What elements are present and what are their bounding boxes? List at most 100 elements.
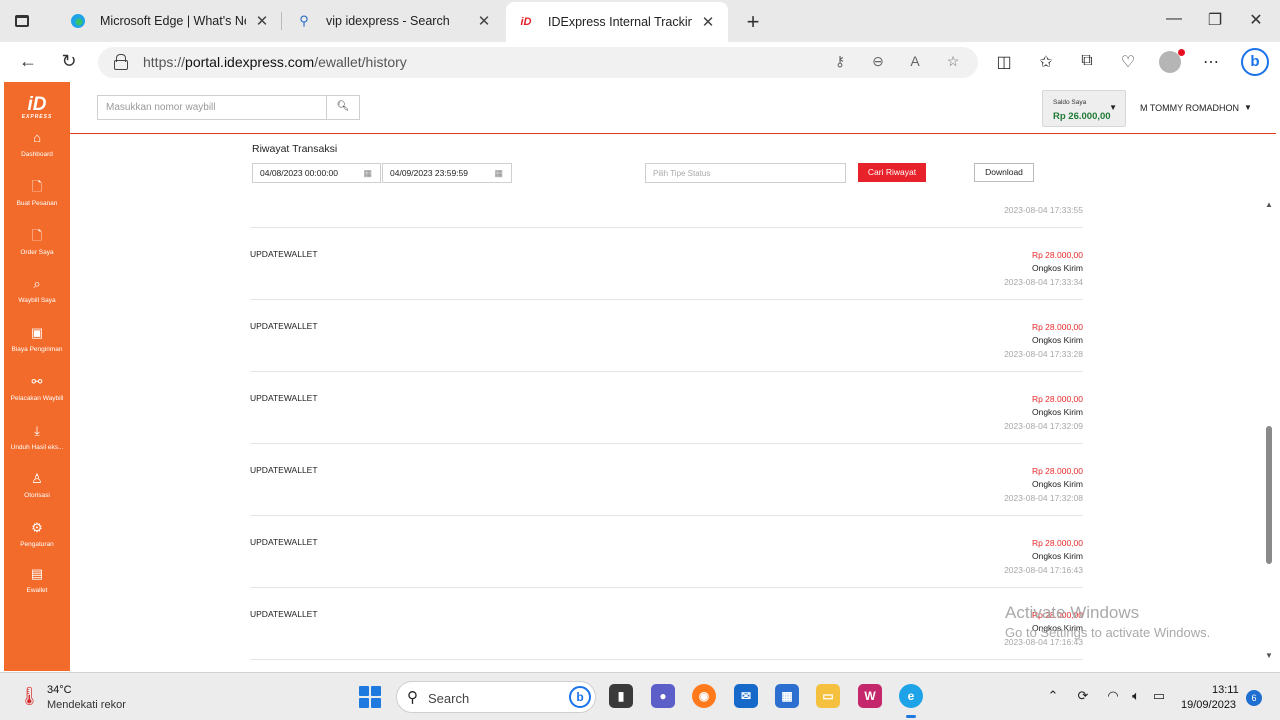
download-icon: ⤓ — [34, 423, 40, 438]
browser-essentials-icon[interactable]: ♡ — [1117, 52, 1139, 72]
sidebar-item-ewallet[interactable]: ▤ Ewallet — [4, 566, 70, 594]
gear-icon: ⚙ — [31, 520, 43, 535]
scroll-up-icon[interactable]: ▲ — [1265, 200, 1273, 209]
caret-down-icon[interactable]: ▼ — [1244, 103, 1252, 112]
sidebar-item-unduh-hasil[interactable]: ⤓ Unduh Hasil eks... — [4, 423, 70, 451]
battery-icon[interactable]: ▭ — [1150, 688, 1168, 704]
idexpress-logo[interactable]: iD EXPRESS — [4, 94, 70, 120]
edge-icon — [70, 13, 86, 29]
wps-office-icon[interactable]: W — [858, 684, 882, 708]
page-header: 🔍︎ Saldo Saya Rp 26.000,00 ▼ M TOMMY ROM… — [70, 82, 1276, 134]
taskbar-search[interactable]: ⚲ Search b — [396, 681, 596, 713]
calendar-icon: ▦ — [363, 168, 372, 178]
browser-toolbar: ← ↻ https://portal.idexpress.com/ewallet… — [0, 42, 1280, 82]
thermometer-icon[interactable]: 🌡︎ — [18, 686, 41, 707]
tab-label: vip idexpress - Search — [326, 14, 450, 28]
read-aloud-icon[interactable]: A — [906, 53, 924, 69]
status-type-select[interactable] — [645, 163, 846, 183]
sidebar: iD EXPRESS ⌂ Dashboard 🗋 Buat Pesanan 🗋 O… — [4, 82, 70, 671]
transaction-type: UPDATEWALLET — [250, 249, 318, 259]
close-icon[interactable]: ✕ — [254, 12, 270, 30]
chevron-up-icon[interactable]: ⌃ — [1044, 688, 1062, 704]
bing-copilot-icon[interactable]: b — [1241, 48, 1269, 76]
sidebar-item-buat-pesanan[interactable]: 🗋 Buat Pesanan — [4, 179, 70, 207]
transaction-row: UPDATEWALLET Rp 28.000,00 Ongkos Kirim 2… — [250, 516, 1083, 588]
mail-icon[interactable]: ✉ — [734, 684, 758, 708]
start-date-picker[interactable]: 04/08/2023 00:00:00 ▦ — [252, 163, 381, 183]
sidebar-item-waybill-saya[interactable]: ⌕ Waybill Saya — [4, 276, 70, 304]
clock-time[interactable]: 13:11 — [1212, 684, 1239, 696]
new-tab-button[interactable]: + — [742, 9, 764, 35]
favorites-icon[interactable]: ✩ — [1035, 52, 1057, 72]
teams-chat-icon[interactable]: ● — [651, 684, 675, 708]
profile-avatar[interactable] — [1159, 49, 1185, 73]
settings-more-icon[interactable]: ⋯ — [1200, 52, 1222, 72]
maximize-button[interactable]: ❐ — [1205, 10, 1225, 30]
zoom-out-icon[interactable]: ⊖ — [869, 53, 887, 70]
sidebar-item-biaya-pengiriman[interactable]: ▣ Biaya Pengiriman — [4, 325, 70, 353]
browser-tab-strip: Microsoft Edge | What's New ✕ ⚲ vip idex… — [0, 0, 1280, 42]
split-screen-icon[interactable]: ◫ — [993, 52, 1015, 72]
back-button[interactable]: ← — [17, 51, 39, 72]
favorite-star-icon[interactable]: ☆ — [944, 53, 962, 70]
transaction-type: UPDATEWALLET — [250, 393, 318, 403]
file-explorer-icon[interactable]: ▭ — [816, 684, 840, 708]
end-date-picker[interactable]: 04/09/2023 23:59:59 ▦ — [382, 163, 512, 183]
tab-vip-search[interactable]: ⚲ vip idexpress - Search ✕ — [284, 0, 504, 42]
close-icon[interactable]: ✕ — [476, 12, 492, 30]
waybill-search-input[interactable] — [98, 96, 326, 119]
transaction-list: 2023-08-04 17:33:55 UPDATEWALLET Rp 28.0… — [250, 195, 1083, 672]
microsoft-store-icon[interactable]: ▦ — [775, 684, 799, 708]
weather-description[interactable]: Mendekati rekor — [47, 699, 126, 711]
tab-label: Microsoft Edge | What's New — [100, 14, 246, 28]
key-icon[interactable]: ⚷ — [831, 53, 849, 70]
address-bar[interactable]: https://portal.idexpress.com/ewallet/his… — [98, 47, 978, 78]
search-history-button[interactable]: Cari Riwayat — [858, 163, 926, 182]
wifi-icon[interactable]: ◠ — [1104, 688, 1122, 704]
idexpress-icon: iD — [520, 16, 532, 28]
url-text: https://portal.idexpress.com/ewallet/his… — [143, 54, 407, 70]
bing-icon: b — [569, 686, 591, 708]
activate-windows-watermark: Activate Windows Go to Settings to activ… — [1005, 603, 1211, 640]
scrollbar-thumb[interactable] — [1266, 426, 1272, 564]
notification-badge[interactable]: 6 — [1246, 690, 1262, 706]
page-scrollbar[interactable]: ▲ ▼ — [1262, 194, 1276, 672]
edge-taskbar-icon[interactable]: e — [899, 684, 923, 718]
tab-actions-icon — [15, 15, 29, 27]
transaction-row: 2023-08-04 17:33:55 — [250, 195, 1083, 228]
transaction-type: UPDATEWALLET — [250, 321, 318, 331]
tab-edge-whats-new[interactable]: Microsoft Edge | What's New ✕ — [58, 0, 282, 42]
transaction-row: UPDATEWALLET Rp 28.000,00 Ongkos Kirim 2… — [250, 588, 1083, 660]
search-doc-icon: ⌕ — [33, 276, 41, 291]
weather-temperature[interactable]: 34°C — [47, 684, 72, 696]
start-button[interactable] — [359, 686, 381, 708]
sidebar-item-pelacakan-waybill[interactable]: ⚯ Pelacakan Waybill — [4, 374, 70, 402]
user-name[interactable]: M TOMMY ROMADHON — [1140, 103, 1239, 113]
refresh-button[interactable]: ↻ — [58, 51, 80, 72]
lock-icon — [114, 54, 128, 70]
sidebar-item-dashboard[interactable]: ⌂ Dashboard — [4, 130, 70, 158]
transaction-amount: Rp 28.000,00 — [1031, 322, 1083, 332]
scroll-down-icon[interactable]: ▼ — [1265, 651, 1273, 660]
transaction-time: 2023-08-04 17:32:08 — [1004, 493, 1083, 503]
sidebar-item-pengaturan[interactable]: ⚙ Pengaturan — [4, 520, 70, 548]
tab-actions-menu[interactable] — [12, 11, 32, 31]
clock-date[interactable]: 19/09/2023 — [1181, 699, 1236, 711]
close-icon[interactable]: ✕ — [700, 13, 716, 31]
firefox-icon[interactable]: ◉ — [692, 684, 716, 708]
minimize-button[interactable]: — — [1164, 10, 1184, 28]
sidebar-item-otorisasi[interactable]: ♙ Otorisasi — [4, 471, 70, 499]
balance-dropdown[interactable]: Saldo Saya Rp 26.000,00 ▼ — [1042, 90, 1126, 127]
sync-icon[interactable]: ⟳ — [1074, 688, 1092, 704]
download-button[interactable]: Download — [974, 163, 1034, 182]
waybill-search: 🔍︎ — [97, 95, 360, 120]
tab-idexpress-tracking[interactable]: iD IDExpress Internal Tracking ✕ — [506, 2, 728, 42]
volume-icon[interactable]: 🔈︎ — [1127, 688, 1145, 704]
close-window-button[interactable]: ✕ — [1246, 10, 1266, 30]
collections-icon[interactable]: ⧉ — [1076, 52, 1098, 70]
sidebar-item-order-saya[interactable]: 🗋 Order Saya — [4, 228, 70, 256]
waybill-search-button[interactable]: 🔍︎ — [326, 95, 360, 120]
transaction-time: 2023-08-04 17:33:55 — [1004, 205, 1083, 215]
task-view-icon[interactable]: ▮ — [609, 684, 633, 708]
search-icon: 🔍︎ — [336, 101, 350, 112]
